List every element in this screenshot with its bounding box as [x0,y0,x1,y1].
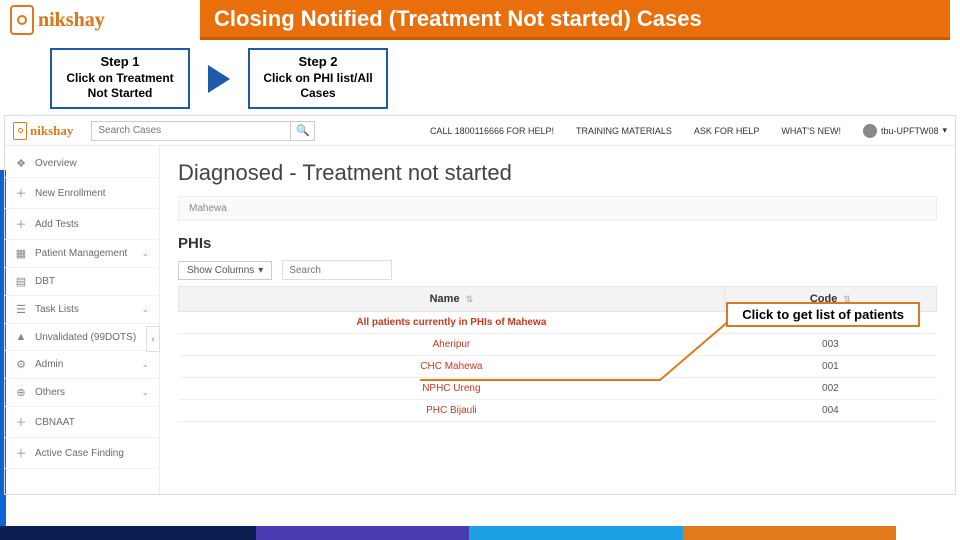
step-1-title: Step 1 [64,54,176,69]
cell-code: 004 [724,400,936,422]
sidebar-item[interactable]: ⚙ Admin ⌄ [5,351,159,379]
sidebar-item-label: Admin [35,359,63,370]
search-input[interactable] [91,121,291,141]
chevron-down-icon: ▾ [942,125,947,136]
table-row[interactable]: PHC Bijauli004 [179,400,937,422]
sidebar-item-label: Task Lists [35,304,79,315]
sidebar-item-icon: ＋ [15,185,27,201]
breadcrumb: Mahewa [178,196,937,221]
whats-new-link[interactable]: WHAT'S NEW! [781,126,841,136]
step-1-box: Step 1 Click on Treatment Not Started [50,48,190,109]
sidebar-item-icon: ▤ [15,275,27,288]
user-menu[interactable]: tbu-UPFTW08 ▾ [863,124,947,138]
sidebar-item-label: New Enrollment [35,188,106,199]
step-2-title: Step 2 [262,54,374,69]
brand-text: nikshay [38,9,105,32]
caret-down-icon: ▾ [258,265,263,276]
sidebar-item[interactable]: ⊕ Others ⌄ [5,379,159,407]
sidebar-item[interactable]: ＋ CBNAAT [5,407,159,438]
sidebar-item[interactable]: ＋ Active Case Finding [5,438,159,469]
cell-code: 003 [724,334,936,356]
sidebar-item-icon: ＋ [15,216,27,232]
sidebar-item[interactable]: ▦ Patient Management ⌄ [5,240,159,268]
sidebar-item[interactable]: ＋ Add Tests [5,209,159,240]
sidebar-item-icon: ▲ [15,331,27,343]
sidebar-item[interactable]: ＋ New Enrollment [5,178,159,209]
sidebar-item-icon: ☰ [15,303,27,316]
logo-icon [10,5,34,35]
sidebar-item[interactable]: ❖ Overview [5,150,159,178]
cell-name: PHC Bijauli [179,400,725,422]
sidebar-item-icon: ＋ [15,414,27,430]
cell-code: 002 [724,378,936,400]
step-2-desc: Click on PHI list/All Cases [262,71,374,101]
col-name[interactable]: Name⇅ [179,287,725,312]
sidebar-item-icon: ⊕ [15,386,27,399]
sidebar: ❖ Overview ＋ New Enrollment ＋ Add Tests ▦ Patie… [5,146,160,494]
show-columns-button[interactable]: Show Columns▾ [178,261,272,280]
sidebar-item[interactable]: ▤ DBT [5,268,159,296]
sidebar-item-icon: ▦ [15,247,27,260]
chevron-down-icon: ⌄ [141,387,149,398]
chevron-down-icon: ⌄ [141,304,149,315]
helpline-link[interactable]: CALL 1800116666 FOR HELP! [430,126,554,136]
sidebar-item-icon: ⚙ [15,358,27,371]
page-title: Closing Notified (Treatment Not started)… [200,0,950,40]
table-search-input[interactable] [282,260,392,280]
sidebar-item-label: DBT [35,276,55,287]
sidebar-item[interactable]: ▲ Unvalidated (99DOTS) [5,324,159,351]
user-name: tbu-UPFTW08 [881,126,939,136]
sidebar-item[interactable]: ☰ Task Lists ⌄ [5,296,159,324]
training-link[interactable]: TRAINING MATERIALS [576,126,672,136]
sidebar-item-label: Patient Management [35,248,127,259]
footer-band [0,526,960,540]
ask-help-link[interactable]: ASK FOR HELP [694,126,760,136]
callout-label: Click to get list of patients [726,302,920,327]
sidebar-item-label: Add Tests [35,219,79,230]
app-brand: nikshay [13,122,73,140]
arrow-right-icon [208,65,230,93]
callout-pointer [420,320,740,400]
sidebar-item-icon: ❖ [15,157,27,170]
search-button[interactable]: 🔍 [291,121,315,141]
cell-code: 001 [724,356,936,378]
sidebar-item-label: Active Case Finding [35,448,124,459]
avatar-icon [863,124,877,138]
step-1-desc: Click on Treatment Not Started [64,71,176,101]
collapse-sidebar-button[interactable]: ‹ [146,326,160,352]
chevron-left-icon: ‹ [151,334,154,345]
sidebar-item-label: Unvalidated (99DOTS) [35,332,136,343]
sidebar-item-label: Others [35,387,65,398]
main-heading: Diagnosed - Treatment not started [178,160,937,186]
sidebar-item-label: CBNAAT [35,417,75,428]
sort-icon: ⇅ [466,294,474,304]
sidebar-item-icon: ＋ [15,445,27,461]
chevron-down-icon: ⌄ [141,248,149,259]
section-heading: PHIs [178,235,937,252]
chevron-down-icon: ⌄ [141,359,149,370]
search-icon: 🔍 [296,124,310,137]
sidebar-item-label: Overview [35,158,77,169]
app-logo-icon [13,122,27,140]
step-2-box: Step 2 Click on PHI list/All Cases [248,48,388,109]
brand-logo: nikshay [0,0,200,40]
